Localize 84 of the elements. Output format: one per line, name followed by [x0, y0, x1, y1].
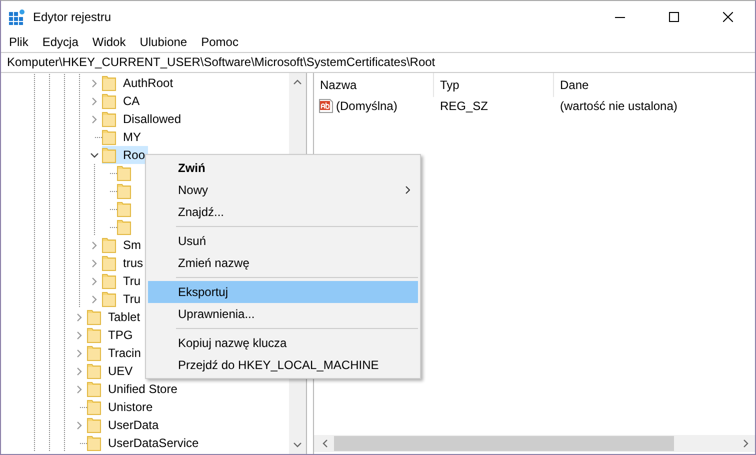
tree-item[interactable]: Unistore	[87, 398, 156, 416]
folder-icon	[102, 255, 116, 271]
value-type: REG_SZ	[439, 99, 490, 113]
address-field[interactable]: Komputer\HKEY_CURRENT_USER\Software\Microsoft\SystemCertificates\Root	[1, 52, 755, 73]
folder-icon	[102, 111, 116, 127]
expand-chevron-icon[interactable]	[90, 114, 99, 124]
menu-item[interactable]: Nowy	[148, 179, 418, 201]
tree-item[interactable]: Tracin	[87, 344, 144, 362]
close-icon	[723, 12, 733, 22]
expand-chevron-icon[interactable]	[90, 258, 99, 268]
folder-icon	[102, 147, 116, 163]
menu-item[interactable]: Zmień nazwę	[148, 252, 418, 274]
folder-icon	[87, 417, 101, 433]
tree-item[interactable]: MY	[102, 128, 144, 146]
folder-icon	[117, 219, 131, 235]
expand-chevron-icon[interactable]	[75, 330, 84, 340]
expand-chevron-icon[interactable]	[75, 384, 84, 394]
menu-item[interactable]: Znajdź...	[148, 201, 418, 223]
folder-icon	[102, 93, 116, 109]
folder-icon	[117, 165, 131, 181]
expand-chevron-icon[interactable]	[90, 294, 99, 304]
expand-chevron-icon[interactable]	[75, 312, 84, 322]
scroll-down-icon[interactable]	[293, 442, 302, 448]
tree-item[interactable]: AuthRoot	[102, 74, 176, 92]
expand-chevron-icon[interactable]	[90, 78, 99, 88]
tree-item[interactable]: Sm	[102, 236, 144, 254]
tree-item[interactable]: UserDataService	[87, 434, 202, 452]
menu-item[interactable]: Edycja	[35, 32, 86, 51]
string-value-icon	[318, 98, 334, 114]
folder-icon	[87, 363, 101, 379]
folder-icon	[87, 327, 101, 343]
value-name: (Domyślna)	[336, 99, 398, 113]
menu-item[interactable]: Ulubione	[132, 32, 194, 51]
expand-chevron-icon[interactable]	[75, 348, 84, 358]
expand-chevron-icon[interactable]	[90, 276, 99, 286]
menu-item[interactable]: Przejdź do HKEY_LOCAL_MACHINE	[148, 354, 418, 376]
scroll-thumb[interactable]	[334, 436, 674, 451]
folder-icon	[102, 75, 116, 91]
scroll-up-icon[interactable]	[293, 79, 302, 85]
menu-item[interactable]: Widok	[85, 32, 133, 51]
menu-item[interactable]: Kopiuj nazwę klucza	[148, 332, 418, 354]
menu-item[interactable]: Usuń	[148, 230, 418, 252]
folder-icon	[87, 309, 101, 325]
expand-chevron-icon[interactable]	[90, 240, 99, 250]
folder-icon	[117, 201, 131, 217]
tree-item[interactable]: Roo	[102, 146, 148, 164]
column-header[interactable]: Nazwa	[314, 73, 434, 97]
value-data: (wartość nie ustalona)	[559, 99, 678, 113]
folder-icon	[102, 291, 116, 307]
folder-icon	[87, 435, 101, 451]
tree-item[interactable]: UEV	[87, 362, 136, 380]
tree-item[interactable]: CA	[102, 92, 143, 110]
menu-item[interactable]: Plik	[2, 32, 36, 51]
column-header[interactable]: Typ	[434, 73, 554, 97]
window-title: Edytor rejestru	[33, 10, 112, 24]
scroll-left-icon[interactable]	[322, 439, 328, 448]
menu-item[interactable]: Uprawnienia...	[148, 303, 418, 325]
maximize-icon	[669, 12, 679, 22]
folder-icon	[87, 345, 101, 361]
folder-icon	[102, 129, 116, 145]
tree-item[interactable]: TPG	[87, 326, 136, 344]
tree-item[interactable]: Disallowed	[102, 110, 184, 128]
tree-item[interactable]: trus	[102, 254, 146, 272]
menu-item[interactable]: Pomoc	[194, 32, 246, 51]
scroll-right-icon[interactable]	[743, 439, 749, 448]
collapse-chevron-icon[interactable]	[90, 150, 99, 160]
folder-icon	[87, 381, 101, 397]
folder-icon	[102, 273, 116, 289]
scrollbar[interactable]	[314, 435, 755, 452]
tree-item[interactable]: Tru	[102, 272, 144, 290]
tree-item[interactable]: Unified Store	[87, 380, 180, 398]
column-header[interactable]: Dane	[554, 73, 674, 97]
tree-item[interactable]: UserData	[87, 416, 162, 434]
expand-chevron-icon[interactable]	[75, 366, 84, 376]
expand-chevron-icon[interactable]	[75, 420, 84, 430]
menu-item[interactable]: Eksportuj	[148, 281, 418, 303]
folder-icon	[102, 237, 116, 253]
folder-icon	[117, 183, 131, 199]
registry-icon	[9, 8, 25, 24]
expand-chevron-icon[interactable]	[90, 96, 99, 106]
tree-item[interactable]: Tru	[102, 290, 144, 308]
folder-icon	[87, 399, 101, 415]
menu-item[interactable]: Zwiń	[148, 157, 418, 179]
tree-item[interactable]: Tablet	[87, 308, 144, 326]
